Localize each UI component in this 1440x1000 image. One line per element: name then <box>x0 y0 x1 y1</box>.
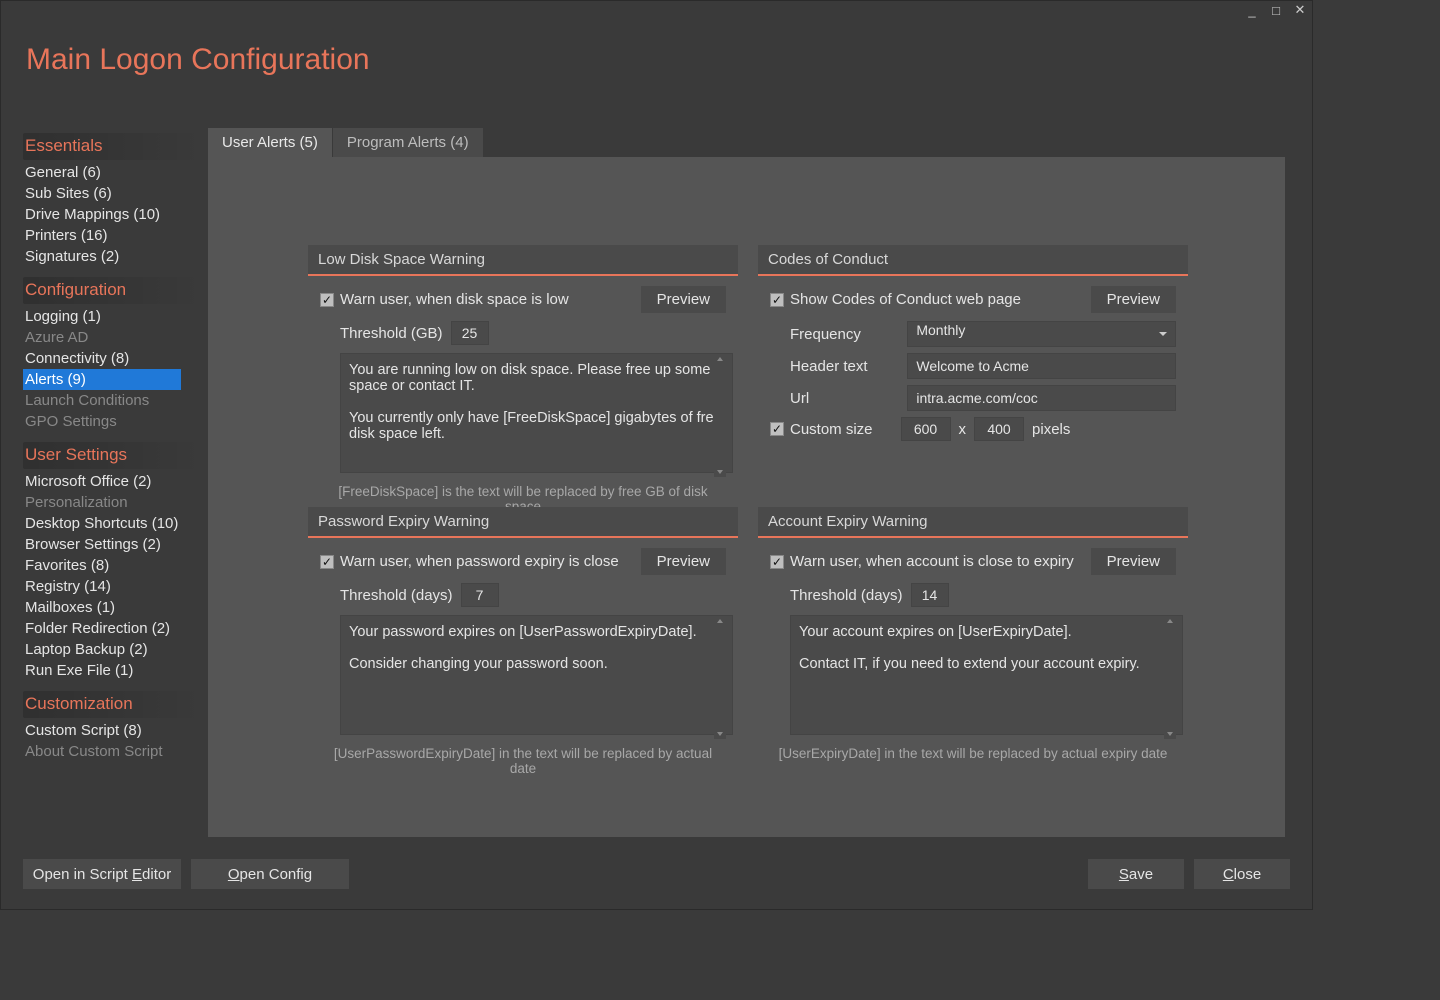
sidebar-item[interactable]: Drive Mappings (10) <box>23 204 203 225</box>
sidebar-item[interactable]: Signatures (2) <box>23 246 203 267</box>
sidebar-item[interactable]: Azure AD <box>23 327 203 348</box>
scrollbar[interactable] <box>1164 616 1176 739</box>
url-input[interactable] <box>907 385 1176 411</box>
check-icon: ✓ <box>320 555 334 569</box>
card-password-expiry: Password Expiry Warning ✓ Warn user, whe… <box>308 507 738 776</box>
sidebar-item[interactable]: GPO Settings <box>23 411 203 432</box>
message-textarea[interactable]: Your password expires on [UserPasswordEx… <box>340 615 733 735</box>
sidebar-item[interactable]: Desktop Shortcuts (10) <box>23 513 203 534</box>
save-button[interactable]: Save <box>1088 859 1184 889</box>
sidebar-section-header: Customization <box>23 691 203 718</box>
sidebar-item[interactable]: General (6) <box>23 162 203 183</box>
close-icon: ✕ <box>1295 2 1306 18</box>
preview-button[interactable]: Preview <box>641 286 726 313</box>
pixels-label: pixels <box>1032 421 1070 438</box>
maximize-icon: □ <box>1272 3 1280 18</box>
close-button[interactable]: Close <box>1194 859 1290 889</box>
card-header: Password Expiry Warning <box>308 507 738 538</box>
preview-button[interactable]: Preview <box>1091 286 1176 313</box>
scrollbar[interactable] <box>714 616 726 739</box>
sidebar-item[interactable]: Favorites (8) <box>23 555 203 576</box>
threshold-label: Threshold (days) <box>340 587 453 604</box>
sidebar-item[interactable]: Launch Conditions <box>23 390 203 411</box>
card-header: Low Disk Space Warning <box>308 245 738 276</box>
check-icon: ✓ <box>320 293 334 307</box>
preview-button[interactable]: Preview <box>641 548 726 575</box>
bottom-bar: Open in Script Editor Open Config Save C… <box>23 859 1290 889</box>
minimize-button[interactable]: _ <box>1240 1 1264 19</box>
sidebar-item[interactable]: Laptop Backup (2) <box>23 639 203 660</box>
hint-text: [UserPasswordExpiryDate] in the text wil… <box>320 746 726 776</box>
check-icon: ✓ <box>770 422 784 436</box>
checkbox-warn-low-disk[interactable]: ✓ Warn user, when disk space is low <box>320 291 569 308</box>
sidebar-section-header: User Settings <box>23 442 203 469</box>
hint-text: [UserExpiryDate] in the text will be rep… <box>770 746 1176 761</box>
threshold-input[interactable] <box>461 583 499 607</box>
sidebar-item[interactable]: Mailboxes (1) <box>23 597 203 618</box>
checkbox-custom-size[interactable]: ✓ Custom size <box>770 421 873 438</box>
sidebar-item[interactable]: Alerts (9) <box>23 369 181 390</box>
width-input[interactable] <box>901 417 951 441</box>
header-text-label: Header text <box>790 358 907 375</box>
check-icon: ✓ <box>770 555 784 569</box>
select-value: Monthly <box>916 322 965 338</box>
page-title: Main Logon Configuration <box>26 43 370 77</box>
card-codes-of-conduct: Codes of Conduct ✓ Show Codes of Conduct… <box>758 245 1188 449</box>
sidebar-item[interactable]: Folder Redirection (2) <box>23 618 203 639</box>
tab-panel-user-alerts: Low Disk Space Warning ✓ Warn user, when… <box>208 157 1285 837</box>
checkbox-label: Custom size <box>790 421 873 438</box>
maximize-button[interactable]: □ <box>1264 1 1288 19</box>
config-window: _ □ ✕ Main Logon Configuration Essential… <box>0 0 1313 910</box>
message-textarea[interactable]: Your account expires on [UserExpiryDate]… <box>790 615 1183 735</box>
preview-button[interactable]: Preview <box>1091 548 1176 575</box>
card-low-disk-space: Low Disk Space Warning ✓ Warn user, when… <box>308 245 738 514</box>
checkbox-label: Show Codes of Conduct web page <box>790 291 1021 308</box>
sidebar-item[interactable]: Registry (14) <box>23 576 203 597</box>
sidebar-item[interactable]: Personalization <box>23 492 203 513</box>
message-textarea[interactable]: You are running low on disk space. Pleas… <box>340 353 733 473</box>
minimize-icon: _ <box>1248 3 1255 18</box>
open-script-editor-button[interactable]: Open in Script Editor <box>23 859 181 889</box>
card-header: Codes of Conduct <box>758 245 1188 276</box>
window-close-button[interactable]: ✕ <box>1288 1 1312 19</box>
card-account-expiry: Account Expiry Warning ✓ Warn user, when… <box>758 507 1188 761</box>
threshold-input[interactable] <box>911 583 949 607</box>
tab[interactable]: User Alerts (5) <box>208 128 333 157</box>
sidebar-item[interactable]: Logging (1) <box>23 306 203 327</box>
sidebar: EssentialsGeneral (6)Sub Sites (6)Drive … <box>23 133 203 762</box>
x-label: x <box>959 421 967 438</box>
sidebar-section-header: Essentials <box>23 133 203 160</box>
height-input[interactable] <box>974 417 1024 441</box>
tab[interactable]: Program Alerts (4) <box>333 128 484 157</box>
sidebar-item[interactable]: Custom Script (8) <box>23 720 203 741</box>
check-icon: ✓ <box>770 293 784 307</box>
tab-strip: User Alerts (5)Program Alerts (4) <box>208 128 1283 157</box>
sidebar-item[interactable]: Browser Settings (2) <box>23 534 203 555</box>
checkbox-label: Warn user, when disk space is low <box>340 291 569 308</box>
sidebar-section-header: Configuration <box>23 277 203 304</box>
tabs-host: User Alerts (5)Program Alerts (4) Low Di… <box>208 128 1283 837</box>
sidebar-item[interactable]: Connectivity (8) <box>23 348 203 369</box>
checkbox-show-coc[interactable]: ✓ Show Codes of Conduct web page <box>770 291 1021 308</box>
checkbox-label: Warn user, when password expiry is close <box>340 553 619 570</box>
titlebar: _ □ ✕ <box>1240 1 1312 25</box>
checkbox-warn-account-expiry[interactable]: ✓ Warn user, when account is close to ex… <box>770 553 1074 570</box>
header-text-input[interactable] <box>907 353 1176 379</box>
open-config-button[interactable]: Open Config <box>191 859 349 889</box>
sidebar-item[interactable]: Run Exe File (1) <box>23 660 203 681</box>
sidebar-item[interactable]: Microsoft Office (2) <box>23 471 203 492</box>
card-header: Account Expiry Warning <box>758 507 1188 538</box>
checkbox-warn-password-expiry[interactable]: ✓ Warn user, when password expiry is clo… <box>320 553 619 570</box>
threshold-input[interactable] <box>451 321 489 345</box>
scrollbar[interactable] <box>714 354 726 477</box>
threshold-label: Threshold (GB) <box>340 325 443 342</box>
sidebar-item[interactable]: About Custom Script <box>23 741 203 762</box>
frequency-select[interactable]: Monthly <box>907 321 1176 347</box>
threshold-label: Threshold (days) <box>790 587 903 604</box>
frequency-label: Frequency <box>790 326 907 343</box>
url-label: Url <box>790 390 907 407</box>
sidebar-item[interactable]: Printers (16) <box>23 225 203 246</box>
checkbox-label: Warn user, when account is close to expi… <box>790 553 1074 570</box>
sidebar-item[interactable]: Sub Sites (6) <box>23 183 203 204</box>
